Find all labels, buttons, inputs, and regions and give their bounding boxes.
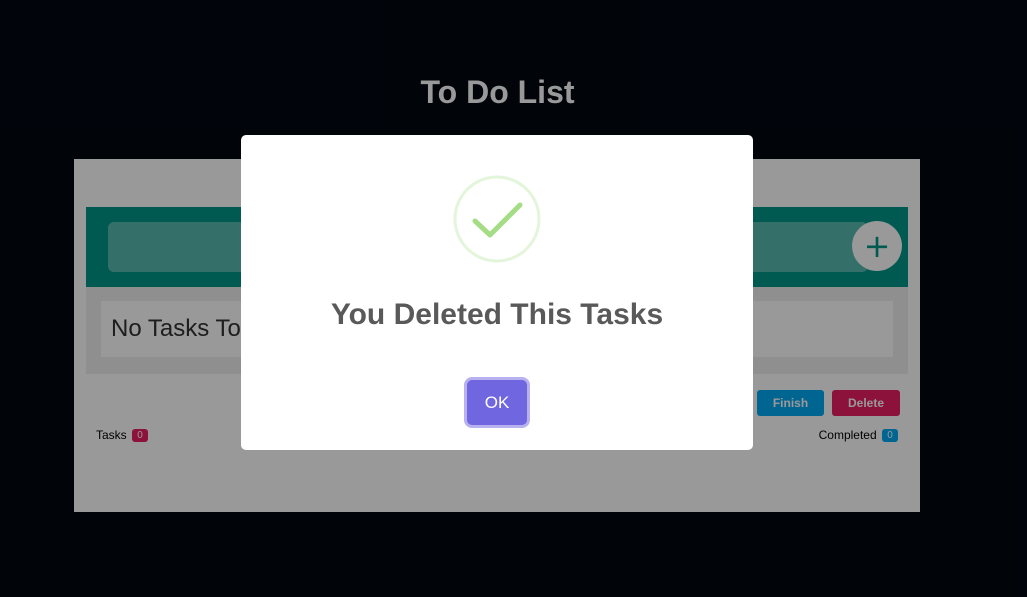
- ok-button[interactable]: OK: [467, 380, 527, 425]
- modal-backdrop[interactable]: You Deleted This Tasks OK: [0, 0, 1027, 597]
- alert-dialog: You Deleted This Tasks OK: [241, 135, 753, 450]
- dialog-title: You Deleted This Tasks: [330, 298, 664, 331]
- success-check-icon: [453, 175, 541, 263]
